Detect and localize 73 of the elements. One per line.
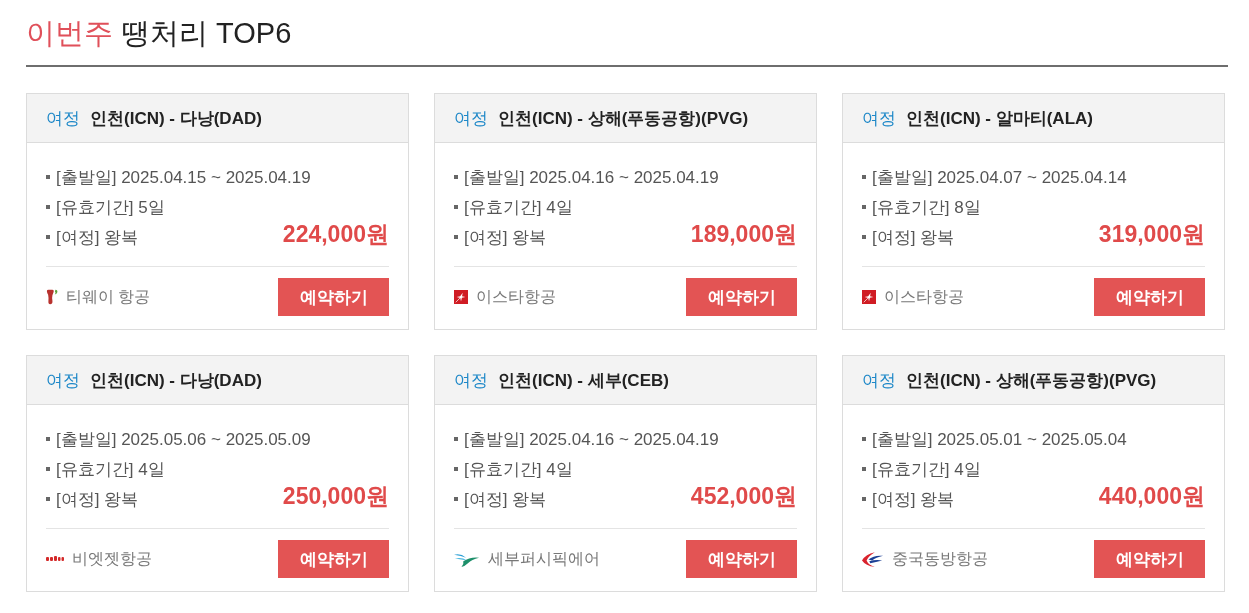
price: 189,000원 [690, 220, 797, 249]
swallow-icon [862, 551, 884, 567]
airline-name: 이스타항공 [884, 286, 964, 307]
bullet-icon [46, 437, 50, 441]
bullet-icon [862, 175, 866, 179]
detail-text: [출발일] 2025.05.01 ~ 2025.05.04 [872, 428, 1127, 451]
detail-text: [유효기간] 8일 [872, 196, 981, 219]
bird-icon [454, 551, 480, 567]
bullet-icon [862, 235, 866, 239]
detail-text: [출발일] 2025.04.16 ~ 2025.04.19 [464, 166, 719, 189]
bullet-icon [46, 235, 50, 239]
bullet-icon [454, 467, 458, 471]
bullet-icon [454, 497, 458, 501]
bullet-icon [46, 497, 50, 501]
route-title: 인천(ICN) - 알마티(ALA) [906, 107, 1093, 130]
detail-text: [유효기간] 4일 [56, 458, 165, 481]
detail-text: [여정] 왕복 [464, 488, 547, 511]
trip-label: 여정 [454, 107, 488, 130]
bullet-icon [46, 205, 50, 209]
star-sparkle-icon [454, 290, 468, 304]
detail-text: [유효기간] 4일 [464, 196, 573, 219]
detail-text: [출발일] 2025.04.15 ~ 2025.04.19 [56, 166, 311, 189]
trip-label: 여정 [862, 107, 896, 130]
logo-icon [46, 556, 64, 562]
detail-text: [여정] 왕복 [872, 226, 955, 249]
footprint-icon [46, 289, 58, 305]
route-title: 인천(ICN) - 상해(푸동공항)(PVG) [498, 107, 749, 130]
price: 452,000원 [690, 482, 797, 511]
airline-name: 세부퍼시픽에어 [488, 548, 600, 569]
price: 319,000원 [1098, 220, 1205, 249]
detail-text: [유효기간] 4일 [872, 458, 981, 481]
booking-button[interactable]: 예약하기 [278, 540, 389, 578]
bullet-icon [454, 437, 458, 441]
booking-button[interactable]: 예약하기 [686, 278, 797, 316]
trip-label: 여정 [862, 369, 896, 392]
detail-text: [출발일] 2025.04.16 ~ 2025.04.19 [464, 428, 719, 451]
bullet-icon [862, 437, 866, 441]
detail-text: [출발일] 2025.05.06 ~ 2025.05.09 [56, 428, 311, 451]
bullet-icon [46, 175, 50, 179]
price: 224,000원 [282, 220, 389, 249]
booking-button[interactable]: 예약하기 [278, 278, 389, 316]
booking-button[interactable]: 예약하기 [1094, 540, 1205, 578]
detail-text: [여정] 왕복 [464, 226, 547, 249]
trip-label: 여정 [454, 369, 488, 392]
detail-text: [유효기간] 5일 [56, 196, 165, 219]
bullet-icon [454, 205, 458, 209]
detail-text: [여정] 왕복 [56, 226, 139, 249]
detail-text: [유효기간] 4일 [464, 458, 573, 481]
bullet-icon [862, 467, 866, 471]
route-title: 인천(ICN) - 다낭(DAD) [90, 369, 262, 392]
detail-text: [출발일] 2025.04.07 ~ 2025.04.14 [872, 166, 1127, 189]
booking-button[interactable]: 예약하기 [686, 540, 797, 578]
bullet-icon [46, 467, 50, 471]
route-title: 인천(ICN) - 세부(CEB) [498, 369, 669, 392]
airline-name: 이스타항공 [476, 286, 556, 307]
price: 440,000원 [1098, 482, 1205, 511]
booking-button[interactable]: 예약하기 [1094, 278, 1205, 316]
price: 250,000원 [282, 482, 389, 511]
route-title: 인천(ICN) - 상해(푸동공항)(PVG) [906, 369, 1157, 392]
bullet-icon [454, 235, 458, 239]
trip-label: 여정 [46, 369, 80, 392]
route-title: 인천(ICN) - 다낭(DAD) [90, 107, 262, 130]
trip-label: 여정 [46, 107, 80, 130]
airline-name: 중국동방항공 [892, 548, 988, 569]
bullet-icon [862, 497, 866, 501]
airline-name: 티웨이 항공 [66, 286, 151, 307]
detail-text: [여정] 왕복 [56, 488, 139, 511]
airline-name: 비엣젯항공 [72, 548, 152, 569]
bullet-icon [454, 175, 458, 179]
detail-text: [여정] 왕복 [872, 488, 955, 511]
star-sparkle-icon [862, 290, 876, 304]
bullet-icon [862, 205, 866, 209]
section-title: 이번주 땡처리 TOP6 [26, 16, 293, 51]
